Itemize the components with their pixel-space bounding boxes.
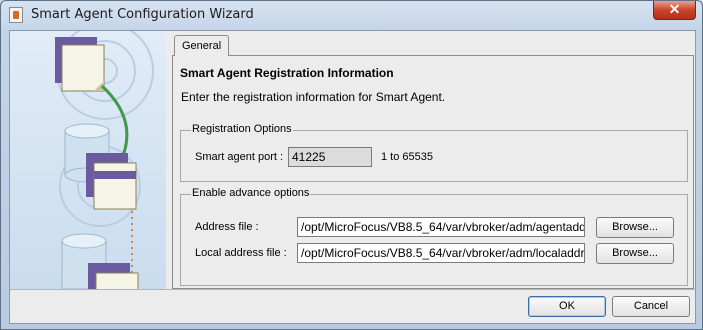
wizard-content: General Smart Agent Registration Informa…	[172, 35, 694, 289]
smart-agent-port-label: Smart agent port :	[195, 151, 284, 163]
window-title: Smart Agent Configuration Wizard	[31, 7, 254, 22]
advance-options-group: Enable advance options Address file : /o…	[180, 187, 688, 286]
local-address-file-field[interactable]: /opt/MicroFocus/VB8.5_64/var/vbroker/adm…	[297, 243, 585, 263]
document-stack-icon	[55, 37, 105, 92]
dialog-body: General Smart Agent Registration Informa…	[9, 30, 696, 324]
document-stack-icon	[88, 263, 139, 289]
ok-button[interactable]: OK	[528, 296, 606, 317]
registration-options-group: Registration Options Smart agent port : …	[180, 123, 688, 182]
address-file-field[interactable]: /opt/MicroFocus/VB8.5_64/var/vbroker/adm…	[297, 217, 585, 237]
document-stack-icon	[86, 153, 137, 210]
close-button[interactable]: ✕	[653, 1, 696, 20]
local-address-browse-button[interactable]: Browse...	[596, 243, 674, 264]
advance-options-legend: Enable advance options	[191, 187, 311, 199]
section-title: Smart Agent Registration Information	[180, 66, 394, 80]
java-cup-icon	[9, 7, 23, 23]
cancel-button[interactable]: Cancel	[612, 296, 690, 317]
wizard-window: Smart Agent Configuration Wizard ✕ Gener…	[0, 0, 703, 330]
port-range-hint: 1 to 65535	[381, 151, 433, 163]
illustration-graphic	[55, 31, 154, 289]
registration-options-legend: Registration Options	[191, 123, 293, 135]
close-icon: ✕	[668, 1, 681, 17]
tab-general[interactable]: General	[174, 35, 230, 56]
wizard-illustration	[10, 31, 166, 289]
title-bar[interactable]: Smart Agent Configuration Wizard ✕	[1, 1, 702, 29]
local-address-file-label: Local address file :	[195, 247, 287, 259]
footer-divider	[10, 289, 695, 290]
address-browse-button[interactable]: Browse...	[596, 217, 674, 238]
section-description: Enter the registration information for S…	[181, 90, 446, 104]
smart-agent-port-field[interactable]: 41225	[288, 147, 372, 167]
general-tab-panel: Smart Agent Registration Information Ent…	[172, 55, 694, 289]
address-file-label: Address file :	[195, 221, 259, 233]
